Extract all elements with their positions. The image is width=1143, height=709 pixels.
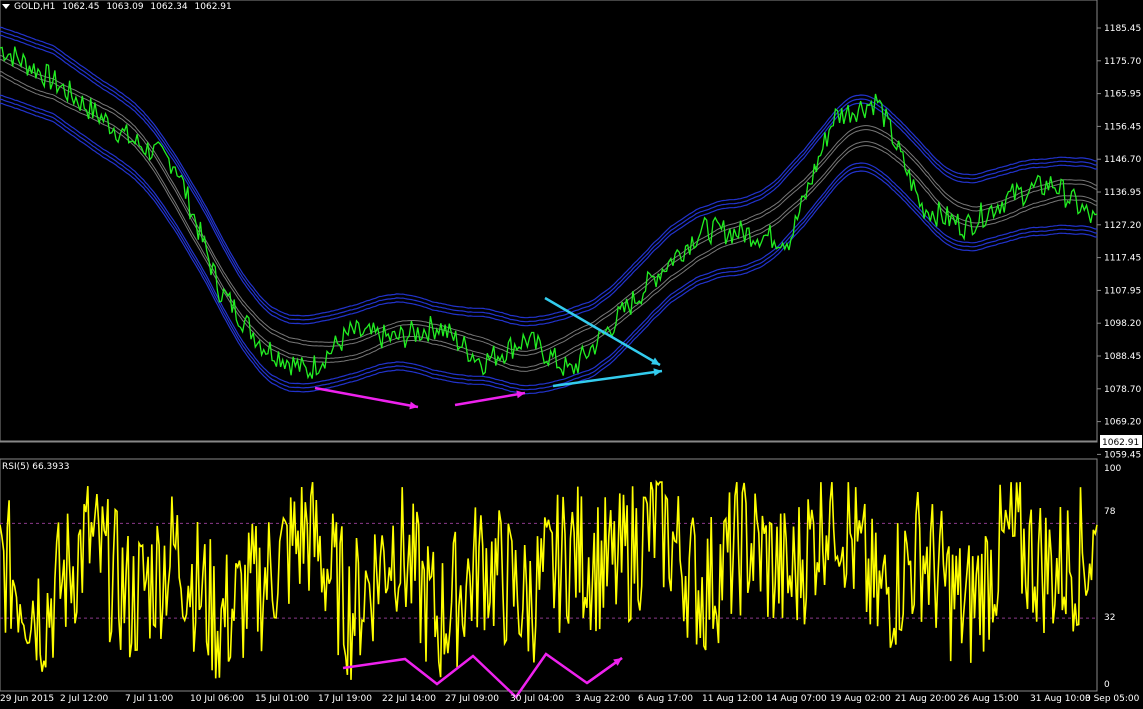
- price-tick-label: 1175.70: [1104, 57, 1141, 67]
- ohlc-close: 1062.91: [194, 2, 232, 12]
- time-tick-label: 3 Aug 22:00: [575, 694, 630, 704]
- ohlc-open: 1062.45: [62, 2, 100, 12]
- time-tick-label: 27 Jul 09:00: [445, 694, 499, 704]
- time-tick-label: 26 Aug 15:00: [958, 694, 1019, 704]
- rsi-axis: 100 78 32 0: [1104, 464, 1121, 690]
- price-axis: 1185.45 1175.70 1165.95 1156.45 1146.70 1136.…: [1097, 24, 1141, 460]
- time-tick-label: 17 Jul 19:00: [318, 694, 372, 704]
- rsi-tick-label: 100: [1104, 464, 1121, 474]
- chart-canvas[interactable]: 1185.45 1175.70 1165.95 1156.45 1146.70 1136.…: [0, 0, 1143, 705]
- price-tick-label: 1136.95: [1104, 188, 1141, 198]
- time-tick-label: 19 Aug 02:00: [830, 694, 891, 704]
- price-tick-label: 1107.95: [1104, 286, 1141, 296]
- time-tick-label: 11 Aug 12:00: [702, 694, 763, 704]
- time-tick-label: 14 Aug 07:00: [766, 694, 827, 704]
- price-tick-label: 1156.45: [1104, 122, 1141, 132]
- price-tick-label: 1069.20: [1104, 418, 1141, 428]
- time-tick-label: 31 Aug 10:00: [1030, 694, 1091, 704]
- price-tick-label: 1117.45: [1104, 254, 1141, 264]
- price-tick-label: 1078.70: [1104, 385, 1141, 395]
- time-tick-label: 15 Jul 01:00: [255, 694, 309, 704]
- rsi-tick-label: 78: [1104, 507, 1116, 517]
- time-tick-label: 22 Jul 14:00: [382, 694, 436, 704]
- price-tick-label: 1165.95: [1104, 90, 1141, 100]
- price-tick-label: 1146.70: [1104, 155, 1141, 165]
- rsi-tick-label: 0: [1104, 680, 1110, 690]
- chart-window[interactable]: 1185.45 1175.70 1165.95 1156.45 1146.70 1136.…: [0, 0, 1143, 705]
- time-tick-label: 10 Jul 06:00: [190, 694, 244, 704]
- time-tick-label: 3 Sep 05:00: [1085, 694, 1140, 704]
- ohlc-high: 1063.09: [106, 2, 144, 12]
- time-tick-label: 6 Aug 17:00: [638, 694, 693, 704]
- price-panel[interactable]: [0, 0, 1098, 443]
- time-tick-label: 2 Jul 12:00: [60, 694, 109, 704]
- ohlc-low: 1062.34: [150, 2, 188, 12]
- price-tick-label: 1059.45: [1104, 450, 1141, 460]
- time-tick-label: 21 Aug 20:00: [895, 694, 956, 704]
- price-tick-label: 1185.45: [1104, 24, 1141, 34]
- time-axis: 29 Jun 2015 2 Jul 12:00 7 Jul 11:00 10 Jul …: [0, 694, 1140, 704]
- time-tick-label: 7 Jul 11:00: [125, 694, 174, 704]
- chart-header: GOLD,H1 1062.45 1063.09 1062.34 1062.91: [2, 2, 236, 12]
- price-tick-label: 1127.20: [1104, 221, 1141, 231]
- price-tick-label: 1098.20: [1104, 319, 1141, 329]
- chevron-down-icon[interactable]: [2, 4, 10, 9]
- symbol-label: GOLD,H1: [14, 2, 56, 12]
- time-tick-label: 30 Jul 04:00: [510, 694, 564, 704]
- rsi-title: RSI(5) 66.3933: [2, 462, 70, 472]
- current-price-label: 1062.91: [1102, 438, 1139, 448]
- time-tick-label: 29 Jun 2015: [0, 694, 54, 704]
- rsi-tick-label: 32: [1104, 613, 1115, 623]
- price-tick-label: 1088.45: [1104, 352, 1141, 362]
